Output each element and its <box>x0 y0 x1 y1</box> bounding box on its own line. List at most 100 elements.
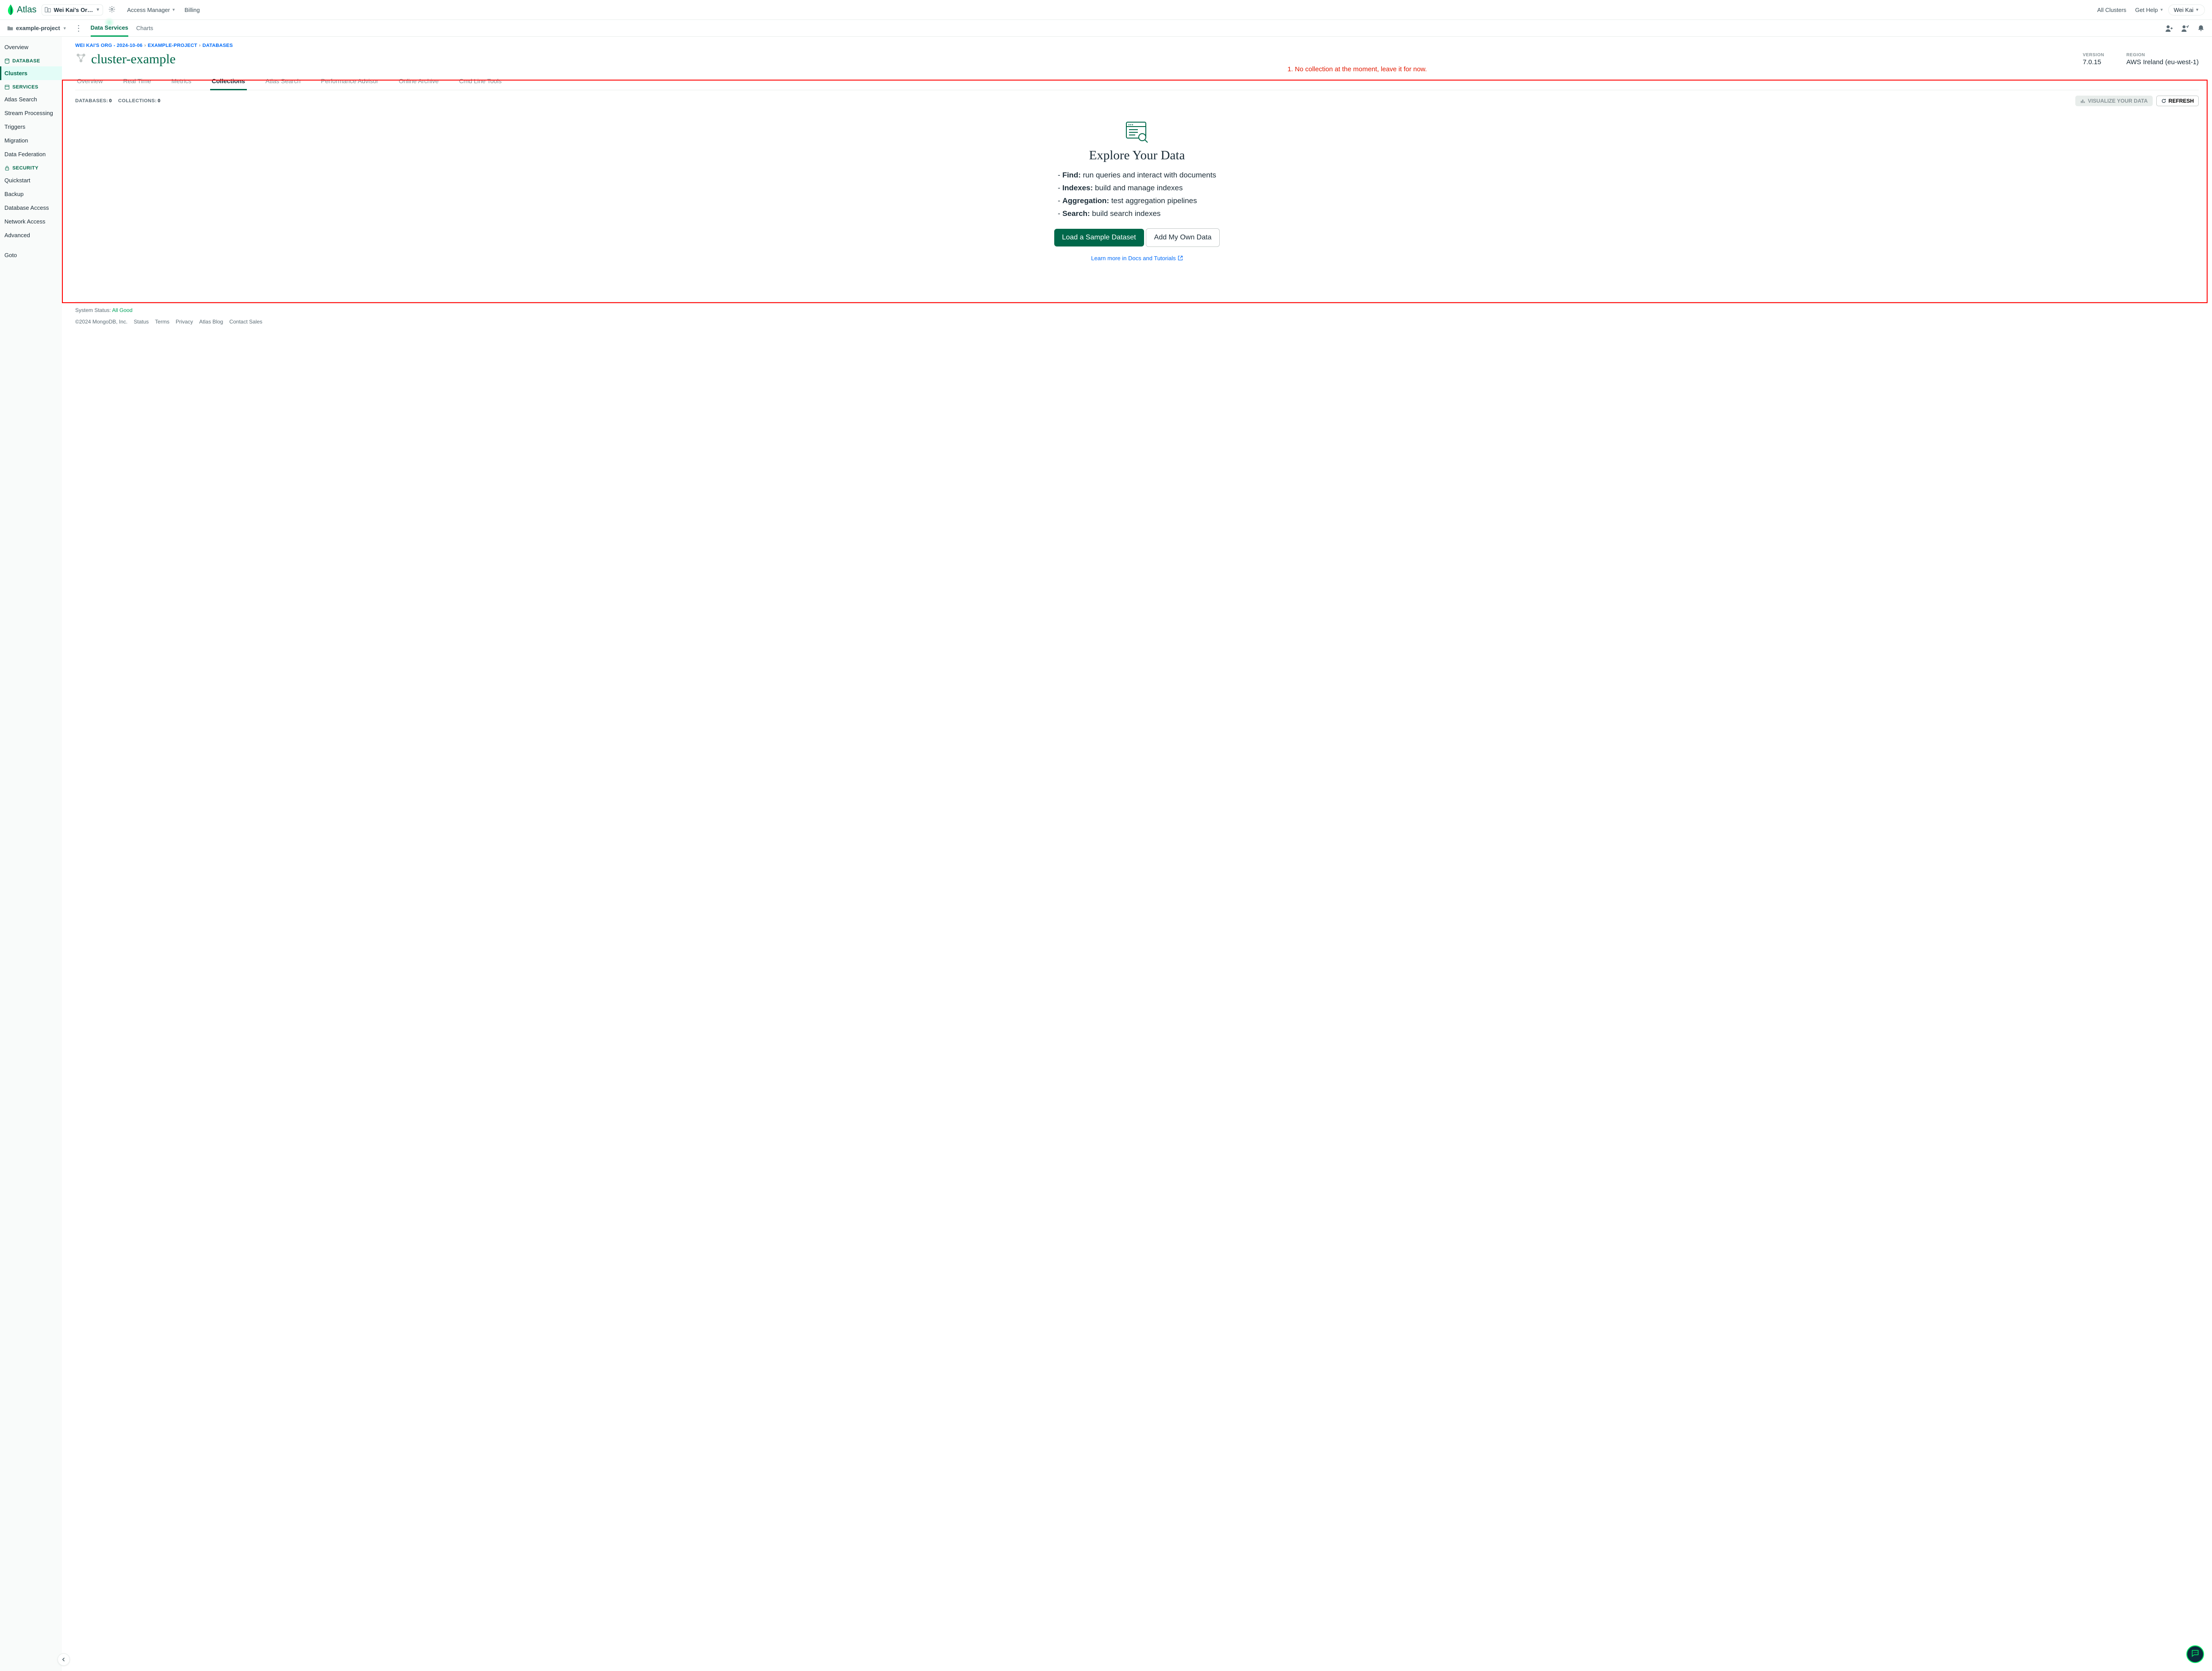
nav-network-access[interactable]: Network Access <box>0 215 62 228</box>
chevron-left-icon <box>61 1657 66 1662</box>
nav-goto[interactable]: Goto <box>0 248 62 262</box>
lock-icon <box>4 166 10 171</box>
nav-stream-processing[interactable]: Stream Processing <box>0 106 62 120</box>
project-name: example-project <box>16 25 60 31</box>
refresh-icon <box>2161 98 2166 104</box>
database-icon <box>4 58 10 64</box>
org-icon <box>45 7 51 13</box>
services-icon <box>4 85 10 90</box>
ctab-online-archive[interactable]: Online Archive <box>397 73 440 90</box>
nav-atlas-search[interactable]: Atlas Search <box>0 92 62 106</box>
chart-icon <box>2080 98 2085 104</box>
crumb-section[interactable]: DATABASES <box>203 43 233 48</box>
tab-data-services[interactable]: Data Services <box>91 20 128 37</box>
chevron-down-icon: ▼ <box>2160 8 2164 12</box>
ctab-metrics[interactable]: Metrics <box>169 73 193 90</box>
explore-data-icon <box>75 120 2199 145</box>
tab-charts[interactable]: Charts <box>136 20 153 36</box>
region-label: REGION <box>2126 53 2199 58</box>
footer-contact[interactable]: Contact Sales <box>229 319 262 325</box>
collections-stats-row: DATABASES: 0 COLLECTIONS: 0 VISUALIZE YO… <box>75 90 2199 112</box>
gear-icon <box>108 6 115 13</box>
collections-label: COLLECTIONS: <box>118 98 157 104</box>
databases-label: DATABASES: <box>75 98 108 104</box>
user-menu[interactable]: Wei Kai ▼ <box>2168 4 2205 15</box>
ctab-overview[interactable]: Overview <box>75 73 104 90</box>
nav-head-database: DATABASE <box>0 54 62 66</box>
brand-text: Atlas <box>17 5 36 15</box>
system-status: System Status: All Good <box>75 301 2199 316</box>
atlas-logo[interactable]: Atlas <box>7 4 36 15</box>
footer-links: ©2024 MongoDB, Inc. Status Terms Privacy… <box>75 316 2199 327</box>
ctab-performance-advisor[interactable]: Performance Advisor <box>319 73 380 90</box>
org-settings-button[interactable] <box>106 4 118 16</box>
add-own-data-button[interactable]: Add My Own Data <box>1146 228 1220 247</box>
footer-privacy[interactable]: Privacy <box>176 319 193 325</box>
nav-database-access[interactable]: Database Access <box>0 201 62 215</box>
footer-terms[interactable]: Terms <box>155 319 169 325</box>
bell-icon[interactable] <box>2197 24 2205 32</box>
crumb-org[interactable]: WEI KAI'S ORG - 2024-10-06 <box>75 43 142 48</box>
activity-feed-icon[interactable] <box>2181 24 2189 32</box>
project-menu-kebab[interactable]: ⋮ <box>75 24 83 32</box>
chevron-down-icon: ▼ <box>172 8 176 12</box>
external-link-icon <box>1178 255 1183 261</box>
nav-migration[interactable]: Migration <box>0 134 62 147</box>
cluster-meta: VERSION 7.0.15 REGION AWS Ireland (eu-we… <box>2083 53 2199 66</box>
visualize-data-button[interactable]: VISUALIZE YOUR DATA <box>2075 96 2152 106</box>
side-nav: Overview DATABASE Clusters SERVICES Atla… <box>0 37 62 1671</box>
org-name: Wei Kai's Or… <box>54 7 93 13</box>
main-content: WEI KAI'S ORG - 2024-10-06›EXAMPLE-PROJE… <box>62 37 2212 1671</box>
all-clusters-link[interactable]: All Clusters <box>2093 4 2131 16</box>
load-sample-dataset-button[interactable]: Load a Sample Dataset <box>1054 229 1144 246</box>
folder-icon <box>7 25 13 31</box>
cluster-title-row: cluster-example VERSION 7.0.15 REGION AW… <box>75 52 2199 67</box>
version-value: 7.0.15 <box>2083 58 2104 66</box>
access-manager-link[interactable]: Access Manager ▼ <box>123 4 180 16</box>
get-help-link[interactable]: Get Help ▼ <box>2131 4 2168 16</box>
cluster-tabs: Overview Real Time Metrics Collections A… <box>75 73 2199 90</box>
nav-quickstart[interactable]: Quickstart <box>0 173 62 187</box>
learn-more-link[interactable]: Learn more in Docs and Tutorials <box>1091 255 1183 262</box>
nav-overview[interactable]: Overview <box>0 40 62 54</box>
crumb-project[interactable]: EXAMPLE-PROJECT <box>148 43 197 48</box>
empty-heading: Explore Your Data <box>75 148 2199 163</box>
org-picker[interactable]: Wei Kai's Or… ▼ <box>42 4 103 15</box>
footer-copyright: ©2024 MongoDB, Inc. <box>75 319 127 325</box>
ctab-atlas-search[interactable]: Atlas Search <box>264 73 302 90</box>
version-label: VERSION <box>2083 53 2104 58</box>
nav-triggers[interactable]: Triggers <box>0 120 62 134</box>
status-value[interactable]: All Good <box>112 307 132 313</box>
chevron-down-icon: ▼ <box>63 26 67 31</box>
chevron-down-icon: ▼ <box>96 8 100 12</box>
databases-count: 0 <box>109 98 112 104</box>
cluster-icon <box>75 52 87 66</box>
nav-head-services: SERVICES <box>0 80 62 92</box>
empty-state: Explore Your Data - Find: run queries an… <box>75 112 2199 275</box>
billing-link[interactable]: Billing <box>180 4 204 16</box>
collections-count: 0 <box>157 98 161 104</box>
region-value: AWS Ireland (eu-west-1) <box>2126 58 2199 66</box>
nav-advanced[interactable]: Advanced <box>0 228 62 242</box>
ctab-cmd-line-tools[interactable]: Cmd Line Tools <box>457 73 503 90</box>
leaf-icon <box>7 4 14 15</box>
refresh-button[interactable]: REFRESH <box>2156 96 2199 106</box>
annotation-text: 1. No collection at the moment, leave it… <box>1287 65 1427 73</box>
feature-list: - Find: run queries and interact with do… <box>1058 169 1216 220</box>
breadcrumbs: WEI KAI'S ORG - 2024-10-06›EXAMPLE-PROJE… <box>75 43 2199 48</box>
nav-data-federation[interactable]: Data Federation <box>0 147 62 161</box>
project-picker[interactable]: example-project ▼ <box>7 25 67 31</box>
nav-backup[interactable]: Backup <box>0 187 62 201</box>
nav-head-security: SECURITY <box>0 161 62 173</box>
invite-icon[interactable] <box>2165 24 2173 32</box>
ctab-realtime[interactable]: Real Time <box>121 73 153 90</box>
nav-clusters[interactable]: Clusters <box>0 66 62 80</box>
footer-status[interactable]: Status <box>134 319 149 325</box>
cluster-name: cluster-example <box>91 52 176 67</box>
chevron-down-icon: ▼ <box>2195 8 2199 12</box>
chat-fab-button[interactable] <box>2186 1645 2204 1663</box>
footer-blog[interactable]: Atlas Blog <box>199 319 223 325</box>
collapse-sidebar-button[interactable] <box>58 1653 70 1666</box>
ctab-collections[interactable]: Collections <box>210 73 247 90</box>
chat-icon <box>2191 1649 2200 1660</box>
